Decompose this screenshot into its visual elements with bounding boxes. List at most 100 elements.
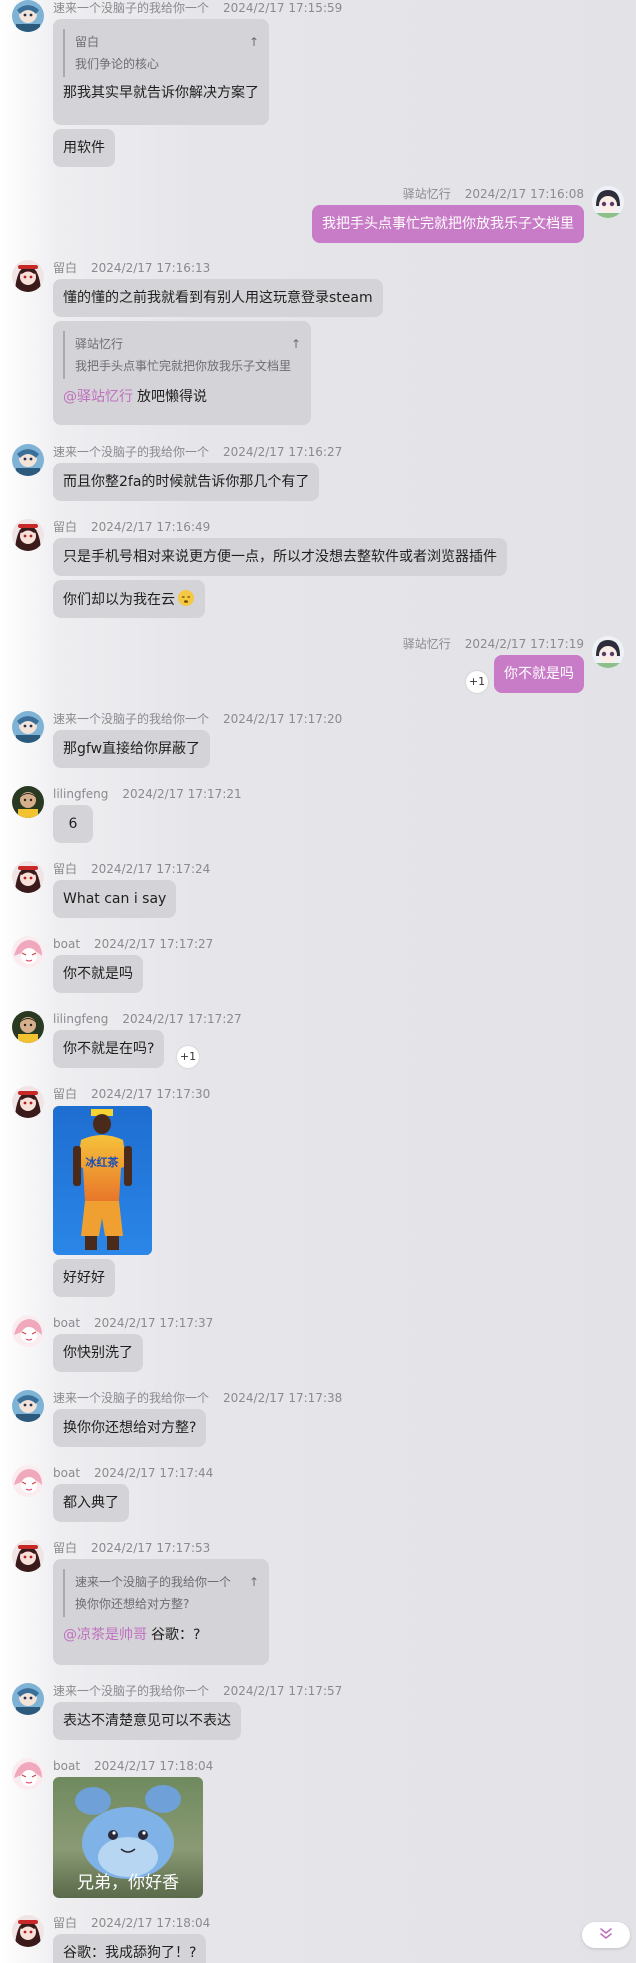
message-bubble[interactable]: 那gfw直接给你屏蔽了 (53, 730, 211, 768)
timestamp: 2024/2/17 17:17:24 (91, 862, 211, 876)
nickname[interactable]: boat (53, 1316, 80, 1330)
message-bubble[interactable]: 留白 ↑ 我们争论的核心 那我其实早就告诉你解决方案了 (53, 19, 269, 125)
message-meta: 留白 2024/2/17 17:17:30 (53, 1086, 210, 1102)
avatar[interactable] (12, 260, 44, 292)
message-text: 那gfw直接给你屏蔽了 (63, 741, 201, 757)
message-text: 谷歌：? (151, 1627, 201, 1643)
timestamp: 2024/2/17 17:18:04 (94, 1759, 214, 1773)
nickname[interactable]: 速来一个没脑子的我给你一个 (53, 1391, 209, 1405)
message-bubble[interactable]: 表达不清楚意见可以不表达 (53, 1702, 241, 1740)
avatar[interactable] (12, 1683, 44, 1715)
jump-to-quote-icon[interactable]: ↑ (249, 1571, 259, 1593)
message-bubble[interactable]: 你们却以为我在云 (53, 580, 205, 618)
message-text: 换你你还想给对方整? (63, 1420, 197, 1436)
timestamp: 2024/2/17 17:18:04 (91, 1916, 211, 1930)
avatar[interactable] (12, 444, 44, 476)
message-text: 我把手头点事忙完就把你放我乐子文档里 (322, 216, 574, 232)
nickname[interactable]: 速来一个没脑子的我给你一个 (53, 445, 209, 459)
message-bubble[interactable]: 我把手头点事忙完就把你放我乐子文档里 (312, 205, 584, 243)
message-bubble[interactable]: 好好好 (53, 1259, 115, 1297)
nickname[interactable]: 驿站忆行 (403, 187, 451, 201)
avatar[interactable] (592, 186, 624, 218)
quoted-message[interactable]: 速来一个没脑子的我给你一个 ↑ 换你你还想给对方整? (63, 1569, 259, 1617)
nickname[interactable]: 速来一个没脑子的我给你一个 (53, 712, 209, 726)
message-meta: boat 2024/2/17 17:17:27 (53, 936, 213, 952)
message-bubble[interactable]: 谷歌：我成舔狗了！? (53, 1934, 207, 1963)
message-bubble[interactable]: 你不就是吗 (494, 655, 584, 693)
avatar[interactable] (592, 636, 624, 668)
image-attachment[interactable]: 兄弟，你好香 (53, 1777, 203, 1898)
message-text: 你快别洗了 (63, 1345, 133, 1361)
avatar[interactable] (12, 1086, 44, 1118)
message-text: 那我其实早就告诉你解决方案了 (63, 85, 259, 101)
avatar[interactable] (12, 786, 44, 818)
nickname[interactable]: boat (53, 937, 80, 951)
scroll-to-bottom-button[interactable] (582, 1922, 630, 1948)
quote-text: 换你你还想给对方整? (75, 1597, 190, 1611)
avatar[interactable] (12, 1011, 44, 1043)
nickname[interactable]: 驿站忆行 (403, 637, 451, 651)
nickname[interactable]: 速来一个没脑子的我给你一个 (53, 1, 209, 15)
message-bubble[interactable]: 只是手机号相对来说更方便一点，所以才没想去整软件或者浏览器插件 (53, 538, 507, 576)
avatar[interactable] (12, 711, 44, 743)
message-bubble[interactable]: 你快别洗了 (53, 1334, 143, 1372)
message-meta: 驿站忆行 2024/2/17 17:16:08 (403, 186, 584, 202)
message-text: 表达不清楚意见可以不表达 (63, 1713, 231, 1729)
quoted-message[interactable]: 留白 ↑ 我们争论的核心 (63, 29, 259, 77)
nickname[interactable]: boat (53, 1466, 80, 1480)
message-bubble[interactable]: 驿站忆行 ↑ 我把手头点事忙完就把你放我乐子文档里 @驿站忆行 放吧懒得说 (53, 321, 311, 425)
message-text: 用软件 (63, 140, 105, 156)
message-bubble[interactable]: 你不就是吗 (53, 955, 143, 993)
message-text: What can i say (63, 891, 167, 907)
avatar[interactable] (12, 1758, 44, 1790)
avatar[interactable] (12, 1390, 44, 1422)
quote-text: 我把手头点事忙完就把你放我乐子文档里 (75, 359, 292, 373)
avatar[interactable] (12, 519, 44, 551)
message-bubble[interactable]: 速来一个没脑子的我给你一个 ↑ 换你你还想给对方整? @凉茶是帅哥 谷歌：? (53, 1559, 269, 1665)
message-text: 谷歌：我成舔狗了！? (63, 1945, 197, 1961)
quote-text: 我们争论的核心 (75, 57, 160, 71)
nickname[interactable]: 留白 (53, 1916, 77, 1930)
message-bubble[interactable]: What can i say (53, 880, 177, 918)
nickname[interactable]: 留白 (53, 1541, 77, 1555)
message-text: 只是手机号相对来说更方便一点，所以才没想去整软件或者浏览器插件 (63, 549, 497, 565)
nickname[interactable]: boat (53, 1759, 80, 1773)
mention-link[interactable]: @驿站忆行 (63, 389, 133, 405)
nickname[interactable]: 留白 (53, 1087, 77, 1101)
avatar[interactable] (12, 936, 44, 968)
mention-link[interactable]: @凉茶是帅哥 (63, 1627, 147, 1643)
nickname[interactable]: 速来一个没脑子的我给你一个 (53, 1684, 209, 1698)
avatar[interactable] (12, 1465, 44, 1497)
avatar[interactable] (12, 1915, 44, 1947)
plus-one-button[interactable]: +1 (177, 1046, 199, 1068)
nickname[interactable]: lilingfeng (53, 1012, 108, 1026)
image-attachment[interactable]: 冰红茶 (53, 1106, 152, 1255)
message-meta: boat 2024/2/17 17:17:37 (53, 1315, 213, 1331)
message-bubble[interactable]: 都入典了 (53, 1484, 129, 1522)
avatar[interactable] (12, 861, 44, 893)
message-text: 都入典了 (63, 1495, 119, 1511)
quote-nickname: 驿站忆行 (75, 337, 124, 351)
message-meta: 留白 2024/2/17 17:17:24 (53, 861, 210, 877)
message-bubble[interactable]: 你不就是在吗? (53, 1030, 165, 1068)
message-bubble[interactable]: 懂的懂的之前我就看到有别人用这玩意登录steam (53, 279, 383, 317)
timestamp: 2024/2/17 17:15:59 (223, 1, 343, 15)
message-text: 而且你整2fa的时候就告诉你那几个有了 (63, 474, 310, 490)
message-text: 你不就是吗 (504, 666, 574, 682)
message-bubble[interactable]: 6 (53, 805, 93, 843)
avatar[interactable] (12, 0, 44, 32)
jump-to-quote-icon[interactable]: ↑ (291, 333, 301, 355)
message-bubble[interactable]: 换你你还想给对方整? (53, 1409, 207, 1447)
message-bubble[interactable]: 而且你整2fa的时候就告诉你那几个有了 (53, 463, 320, 501)
nickname[interactable]: 留白 (53, 261, 77, 275)
nickname[interactable]: 留白 (53, 862, 77, 876)
message-bubble[interactable]: 用软件 (53, 129, 115, 167)
jump-to-quote-icon[interactable]: ↑ (249, 31, 259, 53)
avatar[interactable] (12, 1540, 44, 1572)
message-meta: 驿站忆行 2024/2/17 17:17:19 (403, 636, 584, 652)
avatar[interactable] (12, 1315, 44, 1347)
nickname[interactable]: 留白 (53, 520, 77, 534)
plus-one-button[interactable]: +1 (466, 671, 488, 693)
quoted-message[interactable]: 驿站忆行 ↑ 我把手头点事忙完就把你放我乐子文档里 (63, 331, 301, 379)
nickname[interactable]: lilingfeng (53, 787, 108, 801)
